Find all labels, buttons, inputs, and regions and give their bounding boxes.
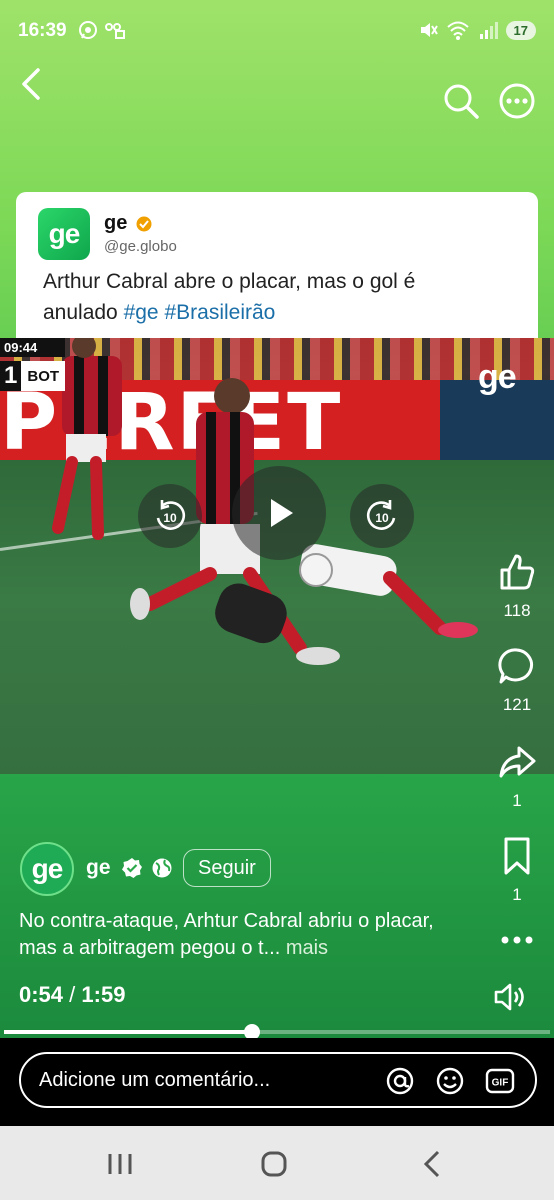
comment-button[interactable]: 121 — [490, 646, 544, 715]
verified-badge-icon — [136, 216, 152, 232]
system-back-icon[interactable] — [412, 1148, 452, 1180]
share-icon — [499, 746, 536, 778]
comment-placeholder: Adicione um comentário... — [39, 1069, 271, 1091]
progress-track[interactable] — [4, 1024, 550, 1040]
caption-more-link[interactable]: mais — [286, 937, 328, 959]
like-count: 118 — [503, 601, 531, 620]
time-current: 0:54 — [19, 982, 64, 1007]
team-abbr: BOT — [27, 367, 60, 385]
thumbs-up-icon — [500, 554, 535, 590]
author-avatar[interactable]: ge — [20, 842, 74, 896]
emoji-icon[interactable] — [435, 1066, 465, 1096]
forward-icon: 10 — [366, 500, 396, 530]
progress-fill — [4, 1030, 252, 1034]
author-name[interactable]: ge — [86, 856, 111, 880]
forward-label: 10 — [375, 511, 389, 525]
forward-10-button[interactable]: 10 — [350, 484, 414, 548]
tweet-text: Arthur Cabral abre o placar, mas o gol é… — [43, 266, 483, 328]
search-icon[interactable] — [442, 82, 480, 120]
share-button[interactable]: 1 — [490, 742, 544, 811]
time-total: 1:59 — [81, 982, 126, 1007]
wifi-icon — [446, 21, 469, 40]
play-button[interactable] — [232, 466, 326, 560]
share-count: 1 — [512, 791, 522, 810]
gif-label: GIF — [492, 1078, 509, 1089]
tweet-handle: @ge.globo — [104, 238, 177, 255]
comment-input[interactable]: Adicione um comentário... GIF — [19, 1052, 537, 1108]
home-icon[interactable] — [254, 1148, 294, 1180]
recents-icon[interactable] — [100, 1148, 140, 1180]
mention-icon[interactable] — [385, 1066, 415, 1096]
bookmark-icon — [504, 837, 530, 875]
save-button[interactable]: 1 — [490, 836, 544, 905]
play-icon — [271, 499, 293, 527]
hashtag-brasileirao[interactable]: #Brasileirão — [164, 301, 275, 324]
whatsapp-icon — [79, 21, 97, 39]
reel-viewer: 16:39 17 ge ge @ge.globo Arthur Cabral a… — [0, 0, 554, 1200]
volume-icon[interactable] — [492, 980, 526, 1014]
tweet-card: ge ge @ge.globo Arthur Cabral abre o pla… — [16, 192, 538, 342]
voicemail-icon — [105, 23, 125, 39]
mute-icon — [420, 23, 438, 37]
comment-bar: Adicione um comentário... GIF — [0, 1038, 554, 1126]
save-count: 1 — [512, 885, 522, 904]
time-separator: / — [69, 982, 76, 1007]
battery-indicator: 17 — [505, 20, 536, 40]
hashtag-ge[interactable]: #ge — [124, 301, 159, 324]
caption-text: No contra-ataque, Arhtur Cabral abriu o … — [19, 910, 434, 959]
status-bar: 16:39 17 — [0, 0, 554, 62]
system-nav-bar — [0, 1126, 554, 1200]
scoreboard: 09:44 1 BOT — [0, 338, 66, 391]
verified-badge-icon — [122, 858, 142, 878]
match-clock: 09:44 — [0, 338, 66, 357]
rewind-icon: 10 — [156, 500, 186, 530]
follow-button[interactable]: Seguir — [183, 849, 271, 887]
gif-icon[interactable]: GIF — [485, 1066, 515, 1096]
tweet-author-name: ge — [104, 212, 128, 234]
back-arrow-icon[interactable] — [16, 66, 48, 102]
video-watermark: ge — [478, 358, 517, 396]
tweet-avatar: ge — [38, 208, 90, 260]
rewind-label: 10 — [163, 511, 177, 525]
signal-icon — [479, 22, 498, 39]
more-icon[interactable] — [498, 82, 536, 120]
video-player[interactable]: PERFET 09:44 1 BOT ge 10 10 — [0, 338, 554, 774]
time-readout: 0:54 / 1:59 — [19, 982, 125, 1008]
status-time: 16:39 — [18, 20, 67, 41]
like-button[interactable]: 118 — [490, 552, 544, 621]
comment-count: 121 — [502, 695, 532, 714]
rewind-10-button[interactable]: 10 — [138, 484, 202, 548]
comment-icon — [498, 648, 533, 684]
post-caption[interactable]: No contra-ataque, Arhtur Cabral abriu o … — [19, 908, 459, 962]
score-value: 1 — [0, 361, 22, 391]
globe-icon — [152, 858, 172, 878]
more-options-icon[interactable] — [500, 930, 534, 950]
